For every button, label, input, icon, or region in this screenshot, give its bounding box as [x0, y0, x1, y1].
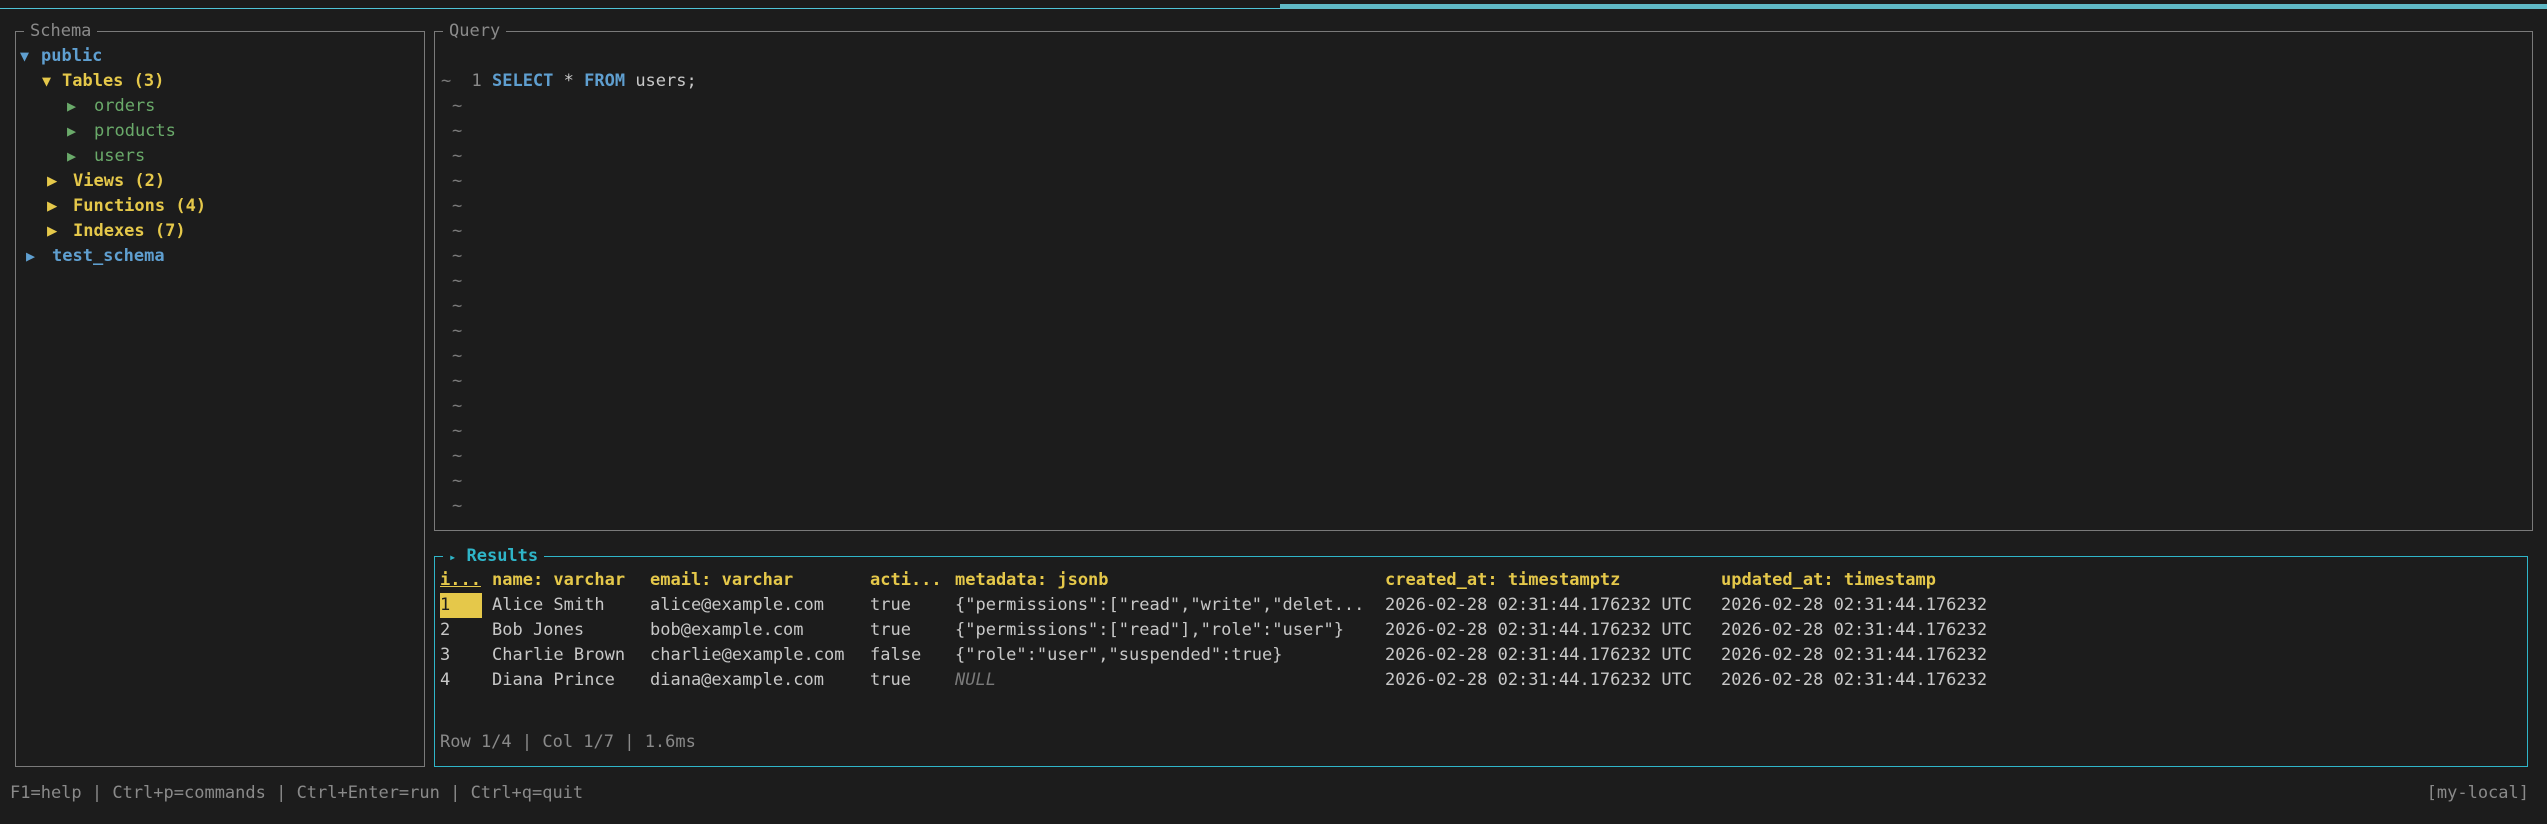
- results-status: Row 1/4 | Col 1/7 | 1.6ms: [440, 732, 696, 752]
- empty-line-marker: ~: [452, 446, 463, 466]
- query-panel: Query: [434, 19, 2533, 531]
- table-cell[interactable]: 2026-02-28 02:31:44.176232 UTC: [1385, 643, 1692, 668]
- table-cell[interactable]: 2026-02-28 02:31:44.176232: [1721, 668, 1987, 693]
- column-header[interactable]: email: varchar: [650, 568, 793, 593]
- collapsed-arrow-icon[interactable]: ▶: [47, 194, 57, 219]
- empty-line-marker: ~: [452, 121, 463, 141]
- table-cell[interactable]: 2026-02-28 02:31:44.176232: [1721, 593, 1987, 618]
- column-header[interactable]: created_at: timestamptz: [1385, 568, 1620, 593]
- table-cell[interactable]: 4: [440, 668, 450, 693]
- sql-token: *: [553, 71, 585, 91]
- column-header[interactable]: name: varchar: [492, 568, 625, 593]
- query-panel-title: Query: [443, 19, 507, 44]
- table-cell[interactable]: 2026-02-28 02:31:44.176232 UTC: [1385, 618, 1692, 643]
- table-cell[interactable]: {"role":"user","suspended":true}: [955, 643, 1283, 668]
- keyboard-hints: F1=help | Ctrl+p=commands | Ctrl+Enter=r…: [10, 783, 584, 803]
- expanded-arrow-icon[interactable]: ▼: [20, 44, 29, 69]
- tree-item-group[interactable]: Views (2): [73, 169, 165, 194]
- empty-line-marker: ~: [452, 396, 463, 416]
- top-divider: [0, 8, 1280, 9]
- table-cell[interactable]: false: [870, 643, 921, 668]
- schema-panel: Schema: [15, 19, 425, 767]
- collapsed-arrow-icon[interactable]: ▶: [47, 219, 57, 244]
- table-cell[interactable]: 2: [440, 618, 450, 643]
- collapsed-arrow-icon[interactable]: ▶: [47, 169, 57, 194]
- selected-cell[interactable]: 1: [440, 593, 482, 618]
- tree-item-schema[interactable]: public: [41, 44, 102, 69]
- table-cell[interactable]: diana@example.com: [650, 668, 824, 693]
- table-cell[interactable]: 2026-02-28 02:31:44.176232: [1721, 618, 1987, 643]
- empty-line-marker: ~: [452, 321, 463, 341]
- sql-keyword: SELECT: [491, 71, 554, 91]
- table-cell[interactable]: charlie@example.com: [650, 643, 844, 668]
- empty-line-marker: ~: [452, 496, 463, 516]
- tree-item-schema[interactable]: test_schema: [52, 244, 165, 269]
- sql-token: users;: [625, 71, 697, 91]
- table-cell[interactable]: true: [870, 618, 911, 643]
- empty-line-marker: ~: [452, 146, 463, 166]
- progress-bar: [1280, 4, 2547, 9]
- empty-line-marker: ~: [452, 271, 463, 291]
- sql-keyword: FROM: [584, 71, 626, 91]
- table-cell[interactable]: alice@example.com: [650, 593, 824, 618]
- table-cell[interactable]: {"permissions":["read"],"role":"user"}: [955, 618, 1344, 643]
- empty-line-marker: ~: [452, 246, 463, 266]
- collapsed-arrow-icon[interactable]: ▶: [67, 144, 76, 169]
- table-cell[interactable]: true: [870, 668, 911, 693]
- empty-line-marker: ~: [452, 196, 463, 216]
- collapse-icon[interactable]: ▸: [449, 550, 456, 564]
- tree-item-group[interactable]: Tables (3): [62, 69, 164, 94]
- table-cell[interactable]: 2026-02-28 02:31:44.176232 UTC: [1385, 668, 1692, 693]
- table-cell[interactable]: bob@example.com: [650, 618, 804, 643]
- empty-line-marker: ~: [452, 171, 463, 191]
- empty-line-marker: ~: [452, 371, 463, 391]
- column-header[interactable]: i...: [440, 568, 481, 593]
- empty-line-marker: ~: [452, 421, 463, 441]
- table-cell[interactable]: {"permissions":["read","write","delet...: [955, 593, 1364, 618]
- line-number: 1: [471, 71, 482, 91]
- empty-line-marker: ~: [452, 296, 463, 316]
- column-header[interactable]: metadata: jsonb: [955, 568, 1109, 593]
- empty-line-marker: ~: [452, 96, 463, 116]
- column-header[interactable]: acti...: [870, 568, 942, 593]
- table-cell[interactable]: Diana Prince: [492, 668, 615, 693]
- empty-line-marker: ~: [452, 471, 463, 491]
- table-cell[interactable]: Alice Smith: [492, 593, 605, 618]
- table-cell[interactable]: 3: [440, 643, 450, 668]
- collapsed-arrow-icon[interactable]: ▶: [67, 94, 76, 119]
- connection-name[interactable]: [my-local]: [2427, 781, 2529, 806]
- results-panel-title: ▸ Results: [443, 544, 545, 570]
- tree-item-group[interactable]: Functions (4): [73, 194, 206, 219]
- results-title-text: Results: [466, 546, 539, 566]
- empty-line-marker: ~: [441, 71, 452, 91]
- collapsed-arrow-icon[interactable]: ▶: [26, 244, 35, 269]
- empty-line-marker: ~: [452, 346, 463, 366]
- query-editor[interactable]: 1 SELECT * FROM users;: [451, 44, 697, 94]
- empty-line-marker: ~: [452, 221, 463, 241]
- table-cell[interactable]: Bob Jones: [492, 618, 584, 643]
- table-cell[interactable]: Charlie Brown: [492, 643, 625, 668]
- table-cell[interactable]: true: [870, 593, 911, 618]
- tree-item-table[interactable]: orders: [94, 94, 155, 119]
- tree-item-group[interactable]: Indexes (7): [73, 219, 186, 244]
- schema-panel-title: Schema: [24, 19, 98, 44]
- table-cell[interactable]: 2026-02-28 02:31:44.176232: [1721, 643, 1987, 668]
- expanded-arrow-icon[interactable]: ▼: [42, 69, 51, 94]
- table-cell[interactable]: 2026-02-28 02:31:44.176232 UTC: [1385, 593, 1692, 618]
- collapsed-arrow-icon[interactable]: ▶: [67, 119, 76, 144]
- tree-item-table[interactable]: users: [94, 144, 145, 169]
- tree-item-table[interactable]: products: [94, 119, 176, 144]
- column-header[interactable]: updated_at: timestamp: [1721, 568, 1936, 593]
- table-cell[interactable]: NULL: [955, 668, 996, 693]
